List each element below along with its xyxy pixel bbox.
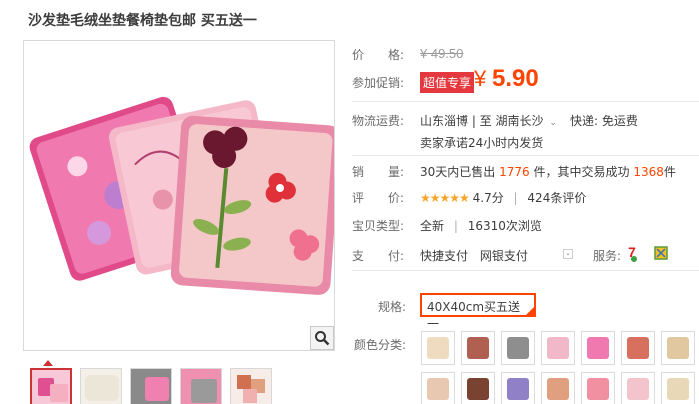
seven-day-return-icon[interactable]: 7 <box>626 244 642 262</box>
swatch-color <box>507 378 529 400</box>
shipping-fee: 快递: 免运费 <box>570 114 638 128</box>
price-label: 价 格: <box>352 48 405 62</box>
quick-pay: 快捷支付 <box>420 249 469 263</box>
swatch-color <box>587 378 609 400</box>
promo-row: 参加促销: 超值专享 ¥ 5.90 <box>352 62 699 98</box>
swatch-color <box>547 378 569 400</box>
thumbnail-1[interactable] <box>30 368 72 404</box>
swatch-color <box>667 337 689 359</box>
selected-corner-icon <box>526 307 534 315</box>
color-swatch-pink-floral[interactable] <box>541 331 575 365</box>
divider <box>352 155 699 156</box>
color-label: 颜色分类: <box>354 338 407 352</box>
thumbnail-3[interactable] <box>130 368 172 404</box>
thumbnail-4[interactable] <box>180 368 222 404</box>
sales-middle: 件，其中交易成功 <box>533 165 630 179</box>
spec-option-selected[interactable]: 40X40cm买五送一 <box>420 293 536 331</box>
sales-prefix: 30天内已售出 <box>420 165 496 179</box>
swatch-color <box>507 337 529 359</box>
rating-label: 评 价: <box>352 191 405 205</box>
color-swatch-chocolate[interactable] <box>461 372 495 404</box>
color-swatch-hot-pink[interactable] <box>581 331 615 365</box>
sales-label: 销 量: <box>352 165 405 179</box>
payment-row: 快捷支付 网银支付 <box>420 247 528 264</box>
sales-count: 1776 <box>499 165 530 179</box>
star-rating-icon: ★★★★★ <box>420 191 470 205</box>
promo-price: 5.90 <box>492 65 539 92</box>
color-swatch-pink-flower[interactable] <box>581 372 615 404</box>
service-label: 服务: <box>593 249 622 263</box>
logistics-label: 物流运费: <box>352 114 405 128</box>
chevron-down-icon: ⌄ <box>549 118 557 128</box>
thumbnail-selected-arrow <box>43 360 53 366</box>
swatch-color <box>627 378 649 400</box>
swatch-color <box>627 337 649 359</box>
swatch-color <box>427 337 449 359</box>
sales-suffix: 件 <box>663 165 676 179</box>
color-swatch-multi-floral[interactable] <box>541 372 575 404</box>
payment-label: 支 付: <box>352 249 405 263</box>
color-swatch-gray-white[interactable] <box>501 331 535 365</box>
cushion-illustration <box>29 96 334 295</box>
swatch-color <box>427 378 449 400</box>
currency-symbol: ¥ <box>474 66 487 91</box>
swatch-color <box>667 378 689 400</box>
reviews-link[interactable]: 424条评价 <box>527 191 586 205</box>
main-product-image[interactable] <box>23 40 335 351</box>
route-text: 山东淄博 | 至 湖南长沙 <box>420 114 544 128</box>
bank-pay: 网银支付 <box>479 249 528 263</box>
divider <box>352 101 699 102</box>
condition: 全新 <box>420 219 445 233</box>
spec-option-text: 40X40cm买五送一 <box>427 300 521 331</box>
promo-badge: 超值专享 <box>420 72 475 93</box>
separator: | <box>513 191 518 205</box>
color-swatch-tan[interactable] <box>421 372 455 404</box>
product-title: 沙发垫毛绒坐垫餐椅垫包邮 买五送一 <box>28 13 257 29</box>
ship-promise: 卖家承诺24小时内发货 <box>420 136 544 150</box>
rating-row: ★★★★★ 4.7分 | 424条评价 <box>420 189 586 206</box>
color-swatch-purple[interactable] <box>501 372 535 404</box>
logistics-route[interactable]: 山东淄博 | 至 湖南长沙 ⌄ <box>420 112 557 129</box>
thumbnail-2[interactable] <box>80 368 122 404</box>
swatch-color <box>587 337 609 359</box>
swatch-color <box>467 378 489 400</box>
swatch-color <box>467 337 489 359</box>
item-type-row: 全新 | 16310次浏览 <box>420 217 542 234</box>
item-type-label: 宝贝类型: <box>352 219 405 233</box>
sales-success: 1368 <box>633 165 664 179</box>
zoom-button[interactable] <box>310 326 334 350</box>
spec-label: 规格: <box>378 300 407 314</box>
divider <box>352 270 699 271</box>
rating-score: 4.7分 <box>472 191 504 205</box>
magnifier-icon <box>315 331 330 346</box>
swatch-color <box>547 337 569 359</box>
color-swatch-cream-brown[interactable] <box>661 331 695 365</box>
separator: | <box>453 219 458 233</box>
color-swatch-red-floral[interactable] <box>621 331 655 365</box>
original-price: ¥ 49.50 <box>420 46 464 61</box>
view-count: 16310次浏览 <box>467 219 542 233</box>
color-swatch-grid <box>421 331 699 404</box>
payment-more-icon[interactable]: ⌄ <box>563 249 573 259</box>
color-swatch-beige[interactable] <box>421 331 455 365</box>
color-swatch-cream[interactable] <box>661 372 695 404</box>
thumbnail-5[interactable] <box>230 368 272 404</box>
promo-label: 参加促销: <box>352 76 405 90</box>
thumbnail-strip <box>30 368 272 404</box>
sales-text: 30天内已售出 1776 件，其中交易成功 1368件 <box>420 163 676 180</box>
color-swatch-brown-print[interactable] <box>461 331 495 365</box>
guarantee-icon[interactable] <box>654 246 668 260</box>
color-swatch-light-pink[interactable] <box>621 372 655 404</box>
